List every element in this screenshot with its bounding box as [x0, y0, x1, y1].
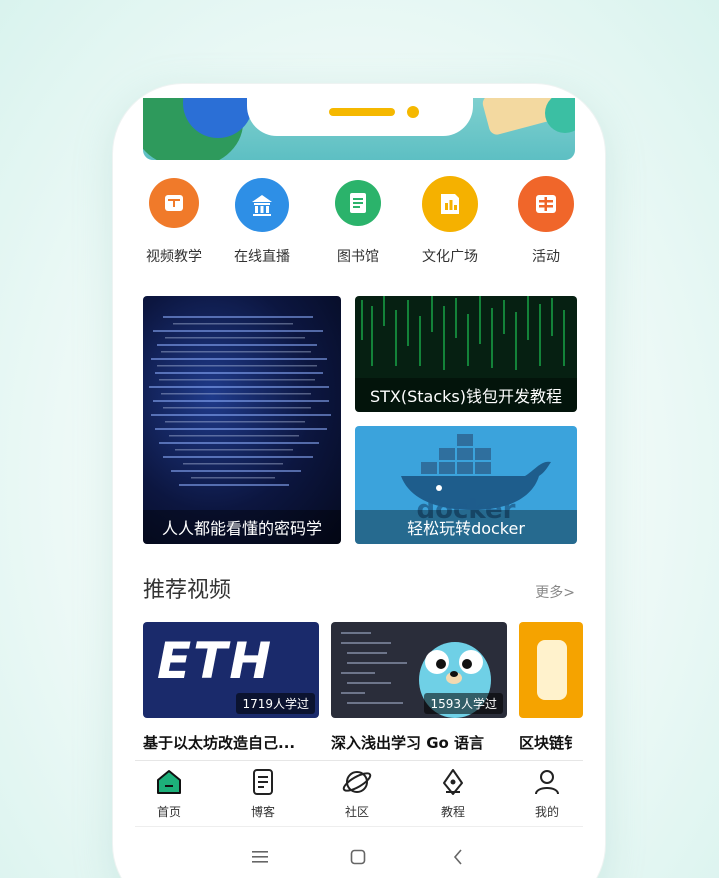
system-nav-bar	[135, 826, 583, 878]
blog-icon	[253, 769, 273, 795]
profile-icon	[535, 770, 559, 795]
activity-icon	[518, 176, 574, 232]
category-live-stream[interactable]: 在线直播	[217, 178, 307, 266]
video-thumbnail	[519, 622, 583, 718]
more-link[interactable]: 更多>	[535, 582, 575, 602]
community-icon	[342, 771, 372, 793]
learner-count: 1719人学过	[236, 693, 315, 714]
library-icon	[335, 180, 381, 226]
menu-icon[interactable]	[245, 845, 275, 869]
home-square-icon[interactable]	[343, 845, 373, 869]
category-culture-square[interactable]: 文化广场	[405, 176, 495, 266]
home-icon	[157, 770, 181, 794]
tutorial-icon	[443, 769, 463, 795]
category-row: 视频教学 在线直播 图书馆 文化广场 活动	[135, 176, 583, 278]
featured-caption: STX(Stacks)钱包开发教程	[355, 378, 577, 412]
video-title: 深入浅出学习 Go 语言	[331, 734, 485, 752]
category-label: 视频教学	[146, 249, 202, 265]
category-label: 活动	[532, 249, 560, 265]
live-stream-icon	[235, 178, 289, 232]
eth-logo: ETH	[157, 632, 274, 690]
tab-home[interactable]: 首页	[139, 767, 199, 820]
culture-square-icon	[422, 176, 478, 232]
video-teaching-icon	[149, 178, 199, 228]
speaker-grill	[329, 108, 395, 116]
category-label: 图书馆	[337, 249, 379, 265]
video-card-blockchain[interactable]: 区块链钅	[519, 622, 583, 753]
video-card-go[interactable]: 1593人学过 深入浅出学习 Go 语言	[331, 622, 507, 753]
app-screen: 视频教学 在线直播 图书馆 文化广场 活动 人人都能看懂的密码学 STX(Sta…	[135, 98, 583, 878]
tab-blog[interactable]: 博客	[233, 767, 293, 820]
featured-caption: 人人都能看懂的密码学	[143, 510, 341, 544]
bottom-tab-bar: 首页 博客 社区 教程 我的	[135, 760, 583, 826]
tab-label: 博客	[250, 805, 275, 819]
tab-tutorial[interactable]: 教程	[423, 767, 483, 820]
video-title: 基于以太坊改造自己...	[143, 734, 296, 752]
tab-label: 社区	[344, 805, 369, 819]
video-card-ethereum[interactable]: ETH 1719人学过 基于以太坊改造自己...	[143, 622, 319, 753]
phone-notch	[247, 98, 473, 136]
featured-caption: 轻松玩转docker	[355, 510, 577, 544]
featured-card-stx-wallet[interactable]: STX(Stacks)钱包开发教程	[355, 296, 577, 412]
category-label: 在线直播	[234, 249, 290, 265]
category-activity[interactable]: 活动	[501, 176, 583, 266]
video-title: 区块链钅	[519, 734, 580, 752]
back-icon[interactable]	[443, 845, 473, 869]
tab-label: 教程	[440, 805, 465, 819]
category-library[interactable]: 图书馆	[313, 178, 403, 266]
learner-count: 1593人学过	[424, 693, 503, 714]
tab-label: 首页	[156, 805, 181, 819]
phone-frame: 视频教学 在线直播 图书馆 文化广场 活动 人人都能看懂的密码学 STX(Sta…	[113, 84, 605, 878]
tab-community[interactable]: 社区	[327, 767, 387, 820]
video-thumbnail: 1593人学过	[331, 622, 507, 718]
video-thumbnail: ETH 1719人学过	[143, 622, 319, 718]
featured-card-cryptography[interactable]: 人人都能看懂的密码学	[143, 296, 341, 544]
section-title: 推荐视频	[143, 578, 232, 603]
tab-profile[interactable]: 我的	[517, 767, 577, 820]
category-label: 文化广场	[422, 249, 478, 265]
front-camera	[407, 106, 419, 118]
category-video-teaching[interactable]: 视频教学	[135, 178, 219, 266]
tab-label: 我的	[534, 805, 559, 819]
featured-card-docker[interactable]: docker 轻松玩转docker	[355, 426, 577, 544]
